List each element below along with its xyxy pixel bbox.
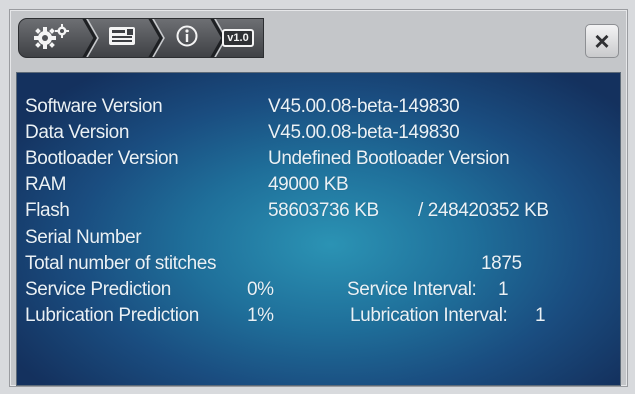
stitches-label: Total number of stitches <box>25 253 217 274</box>
software-version-label: Software Version <box>25 96 163 117</box>
data-version-value: V45.00.08-beta-149830 <box>268 122 460 143</box>
tab-info[interactable] <box>165 19 209 57</box>
flash-value: 58603736 KB <box>268 200 379 221</box>
bootloader-version-value: Undefined Bootloader Version <box>268 148 510 169</box>
close-icon: × <box>594 26 610 56</box>
tab-settings[interactable] <box>25 19 79 57</box>
close-button[interactable]: × <box>585 24 619 58</box>
stitches-value: 1875 <box>481 253 522 274</box>
machine-card-icon <box>107 25 137 52</box>
version-badge-icon: v1.0 <box>222 29 254 47</box>
service-interval-value: 1 <box>498 279 509 300</box>
flash-total: / 248420352 KB <box>418 200 549 221</box>
service-prediction-value: 0% <box>247 279 274 300</box>
service-prediction-label: Service Prediction <box>25 279 171 300</box>
bootloader-version-label: Bootloader Version <box>25 148 179 169</box>
info-icon <box>175 24 199 53</box>
tab-version[interactable]: v1.0 <box>216 19 260 57</box>
service-interval-label: Service Interval: <box>347 279 477 300</box>
tab-separator <box>148 19 165 57</box>
tab-separator <box>82 19 99 57</box>
lubrication-interval-label: Lubrication Interval: <box>350 305 508 326</box>
version-badge-text: v1.0 <box>227 32 249 44</box>
version-info-dialog: v1.0 × Software Version V45.00.08-beta-1… <box>9 9 628 387</box>
gears-icon <box>32 23 72 54</box>
ram-value: 49000 KB <box>268 174 349 195</box>
data-version-label: Data Version <box>25 122 129 143</box>
lubrication-prediction-value: 1% <box>247 305 274 326</box>
tab-bar: v1.0 <box>18 18 264 58</box>
info-panel: Software Version V45.00.08-beta-149830 D… <box>16 72 621 386</box>
flash-label: Flash <box>25 200 70 221</box>
serial-number-label: Serial Number <box>25 227 142 248</box>
software-version-value: V45.00.08-beta-149830 <box>268 96 460 117</box>
lubrication-prediction-label: Lubrication Prediction <box>25 305 199 326</box>
lubrication-interval-value: 1 <box>535 305 546 326</box>
tab-machine[interactable] <box>99 19 145 57</box>
ram-label: RAM <box>25 174 67 195</box>
